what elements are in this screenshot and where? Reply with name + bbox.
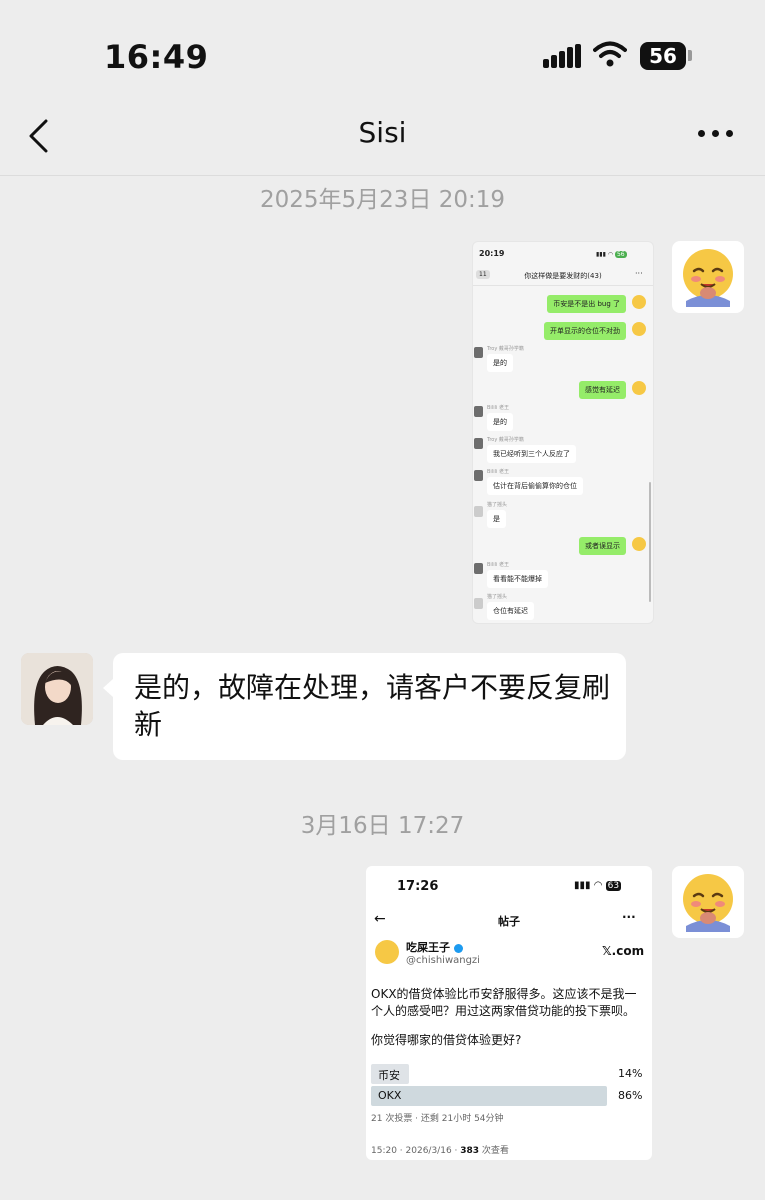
shot-message: 估计在背后偷偷算你的仓位 — [487, 477, 583, 495]
shot-sender: Bilili 老王 — [487, 405, 509, 411]
emoji-avatar-icon — [632, 381, 646, 395]
poll-bar-okx — [371, 1086, 607, 1106]
poll-meta: 21 次投票 · 还剩 21小时 54分钟 — [371, 1114, 504, 1124]
message-text: 是的，故障在处理，请客户不要反复刷新 — [134, 671, 611, 741]
tw-handle: @chishiwangzi — [406, 955, 480, 966]
battery-tip — [688, 50, 692, 61]
shot-message: 仓位有延迟 — [487, 602, 534, 620]
contact-photo — [21, 653, 93, 725]
contact-avatar[interactable] — [21, 653, 93, 725]
shot-message: 是的 — [487, 354, 513, 372]
shot-message: 币安是不是出 bug 了 — [547, 295, 626, 313]
poll-label: 币安 — [378, 1069, 400, 1082]
tw-question: 你觉得哪家的借贷体验更好? — [371, 1033, 522, 1047]
emoji-avatar-icon — [683, 249, 733, 307]
shot-sender: 猫了摇头 — [487, 502, 508, 508]
signal-icon — [543, 44, 581, 68]
timestamp: 2025年5月23日 20:19 — [259, 187, 506, 213]
wifi-icon — [593, 41, 627, 67]
shot-message: 是 — [487, 510, 506, 528]
emoji-avatar-icon — [632, 537, 646, 551]
shot-avatar — [474, 563, 483, 574]
shot-message: 开单显示的仓位不对劲 — [544, 322, 626, 340]
shot-status-icons: ▮▮▮ ◠ 56 — [596, 251, 627, 258]
shot-scrollbar — [649, 482, 651, 602]
emoji-avatar-icon — [683, 874, 733, 932]
tw-more-icon: ··· — [622, 910, 636, 924]
header-divider — [0, 175, 765, 176]
poll-pct: 14% — [618, 1067, 643, 1080]
timestamp: 3月16日 17:27 — [300, 813, 465, 839]
shot-message: 感觉有延迟 — [579, 381, 626, 399]
shot-avatar — [474, 406, 483, 417]
shot-avatar — [474, 506, 483, 517]
verified-icon — [453, 943, 463, 953]
shot-message: 看看能不能爆掉 — [487, 570, 548, 588]
emoji-avatar-icon — [375, 940, 399, 964]
my-avatar[interactable] — [672, 241, 744, 313]
my-avatar[interactable] — [672, 866, 744, 938]
poll-label: OKX — [378, 1089, 402, 1102]
tw-footer: 15:20 · 2026/3/16 · 383 次查看 — [371, 1146, 509, 1156]
shot-message: 或者误显示 — [579, 537, 626, 555]
bubble-tail — [103, 679, 113, 697]
tw-status-icons: ▮▮▮ ◠ 63 — [574, 880, 622, 891]
x-logo: 𝕏.com — [602, 944, 645, 958]
shot-sender: Troy 戴哥孙学籍 — [487, 437, 524, 443]
shot-avatar — [474, 438, 483, 449]
tweet-screenshot-image[interactable]: 17:26 ▮▮▮ ◠ 63 ← 帖子 ··· 吃屎王子 @chishiwang… — [366, 866, 652, 1160]
chat-screenshot-image[interactable]: 20:19 ▮▮▮ ◠ 56 11 你这样做是要发财的(43) ··· 币安是不… — [472, 241, 654, 624]
shot-more-icon: ··· — [635, 269, 643, 278]
shot-avatar — [474, 598, 483, 609]
shot-sender: Bilili 老王 — [487, 562, 509, 568]
battery-icon: 56 — [640, 42, 686, 70]
emoji-avatar-icon — [632, 322, 646, 336]
shot-status-time: 20:19 — [479, 249, 505, 258]
emoji-avatar-icon — [632, 295, 646, 309]
shot-sender: 猫了摇头 — [487, 594, 508, 600]
more-icon[interactable] — [698, 128, 734, 140]
shot-sender: Bilili 老王 — [487, 469, 509, 475]
tw-author: 吃屎王子 — [406, 939, 463, 955]
received-message[interactable]: 是的，故障在处理，请客户不要反复刷新 — [113, 653, 626, 760]
shot-avatar — [474, 347, 483, 358]
shot-message: 我已经听到三个人反应了 — [487, 445, 576, 463]
chat-title: Sisi — [358, 116, 407, 149]
shot-sender: Troy 戴哥孙学籍 — [487, 346, 524, 352]
shot-header: 11 你这样做是要发财的(43) ··· — [473, 267, 653, 286]
status-time: 16:49 — [104, 38, 209, 76]
tw-page-title: 帖子 — [498, 915, 520, 928]
tw-body: OKX的借贷体验比币安舒服得多。这应该不是我一个人的感受吧？用过这两家借贷功能的… — [371, 987, 637, 1018]
shot-avatar — [474, 470, 483, 481]
tw-status-time: 17:26 — [397, 879, 439, 894]
shot-group-title: 你这样做是要发财的(43) — [524, 272, 602, 280]
poll-pct: 86% — [618, 1089, 643, 1102]
shot-message: 是的 — [487, 413, 513, 431]
